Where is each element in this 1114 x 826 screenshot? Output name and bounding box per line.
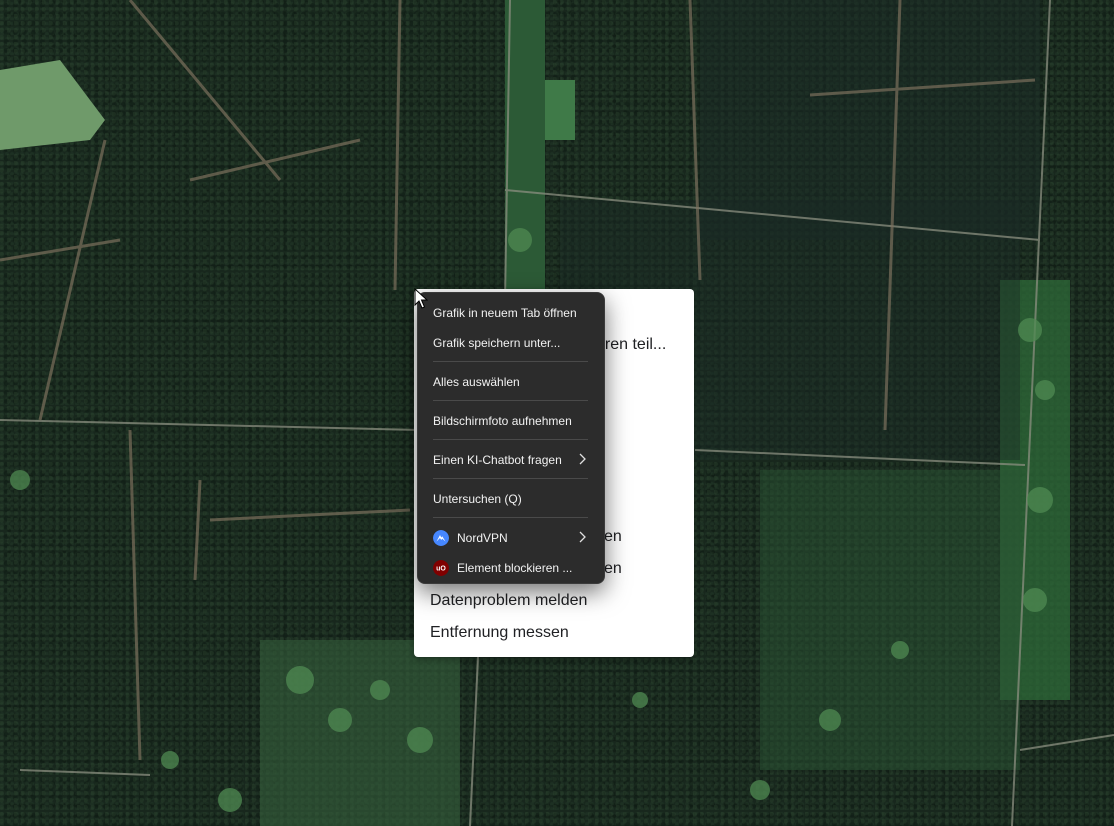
ctx-item-label: Bildschirmfoto aufnehmen [433, 414, 572, 428]
ctx-separator [433, 478, 588, 479]
ctx-item-label: Untersuchen (Q) [433, 492, 522, 506]
browser-context-menu: Grafik in neuem Tab öffnen Grafik speich… [417, 292, 605, 584]
ctx-save-image-as[interactable]: Grafik speichern unter... [422, 330, 600, 356]
maps-menu-item-report-data-problem[interactable]: Datenproblem melden [430, 592, 587, 610]
nordvpn-icon [433, 530, 449, 546]
ctx-item-label: Element blockieren ... [457, 561, 573, 575]
ctx-separator [433, 517, 588, 518]
svg-text:uO: uO [436, 566, 446, 573]
mouse-pointer-icon [414, 288, 428, 309]
chevron-right-icon [579, 453, 586, 465]
maps-menu-item-measure-distance[interactable]: Entfernung messen [430, 624, 569, 642]
ctx-separator [433, 400, 588, 401]
ctx-nordvpn[interactable]: NordVPN [422, 525, 600, 551]
chevron-right-icon [579, 531, 586, 543]
maps-menu-item-partial-1[interactable]: en [604, 528, 622, 546]
ctx-open-image-new-tab[interactable]: Grafik in neuem Tab öffnen [422, 300, 600, 326]
ctx-inspect[interactable]: Untersuchen (Q) [422, 486, 600, 512]
ctx-item-label: Grafik speichern unter... [433, 336, 561, 350]
ctx-separator [433, 361, 588, 362]
ctx-block-element[interactable]: uO Element blockieren ... [422, 555, 600, 581]
ctx-take-screenshot[interactable]: Bildschirmfoto aufnehmen [422, 408, 600, 434]
ctx-item-label: Einen KI-Chatbot fragen [433, 453, 562, 467]
ctx-separator [433, 439, 588, 440]
ublock-origin-icon: uO [433, 560, 449, 576]
ctx-item-label: Alles auswählen [433, 375, 520, 389]
ctx-ask-ai-chatbot[interactable]: Einen KI-Chatbot fragen [422, 447, 600, 473]
maps-menu-item-share-partial[interactable]: eren teil... [596, 336, 666, 354]
ctx-select-all[interactable]: Alles auswählen [422, 369, 600, 395]
maps-menu-item-partial-2[interactable]: en [604, 560, 622, 578]
ctx-item-label: NordVPN [457, 531, 508, 545]
ctx-item-label: Grafik in neuem Tab öffnen [433, 306, 577, 320]
